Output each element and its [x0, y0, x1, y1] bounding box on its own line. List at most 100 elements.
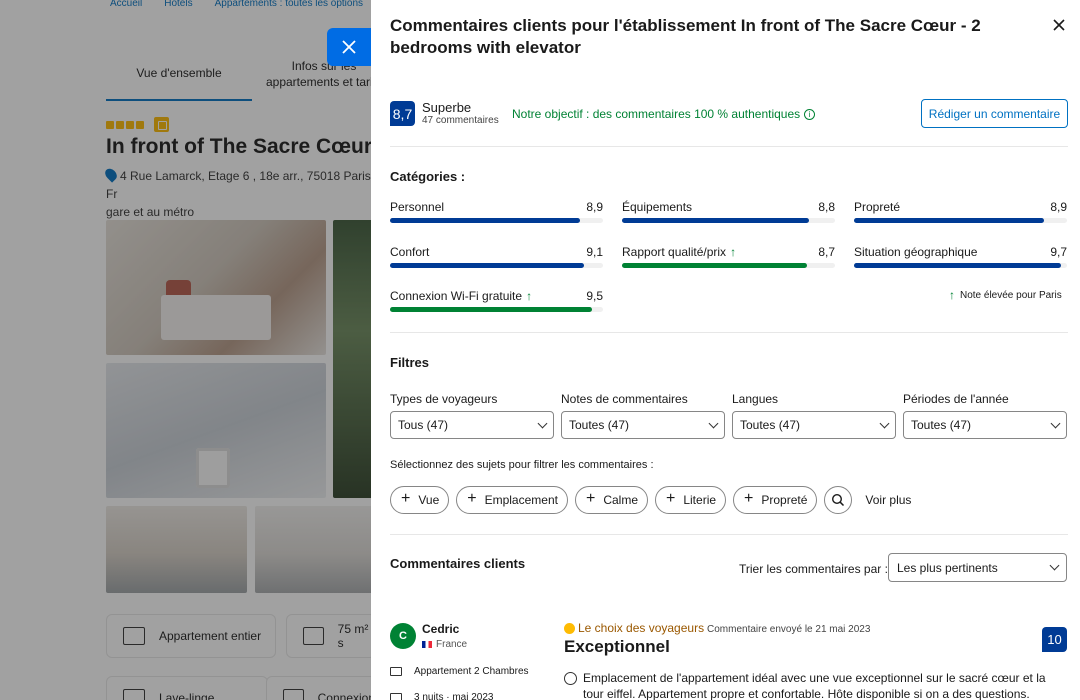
score-word: Superbe — [422, 100, 472, 115]
high-score-note: ↑ Note élevée pour Paris — [949, 289, 1062, 301]
write-review-button[interactable]: Rédiger un commentaire — [921, 99, 1068, 128]
sort-label: Trier les commentaires par : — [739, 562, 888, 576]
calendar-icon — [390, 693, 402, 700]
topic-chip-view[interactable]: + Vue — [390, 486, 450, 514]
review-count: 47 commentaires — [422, 115, 499, 126]
chip-label: Vue — [418, 493, 440, 507]
category-name: Connexion Wi-Fi gratuite ↑ — [390, 289, 533, 303]
topic-search-button[interactable] — [824, 486, 853, 514]
country-text: France — [436, 639, 468, 650]
high-note-text: Note élevée pour Paris — [960, 289, 1062, 301]
arrow-up-icon: ↑ — [730, 245, 737, 259]
topics-hint: Sélectionnez des sujets pour filtrer les… — [390, 459, 654, 471]
category-location: Situation géographique 9,7 — [854, 245, 1067, 275]
category-bar — [854, 263, 1067, 268]
category-name: Personnel — [390, 200, 445, 214]
category-bar-fill — [390, 263, 584, 268]
languages-select[interactable]: Toutes (47) — [732, 411, 896, 439]
select-value: Toutes (47) — [740, 418, 801, 432]
filter-languages: Langues Toutes (47) — [732, 392, 896, 439]
topic-chip-cleanliness[interactable]: + Propreté — [733, 486, 818, 514]
sort-select[interactable]: Les plus pertinents — [888, 553, 1067, 582]
filter-label: Langues — [732, 392, 779, 406]
review-stay: 3 nuits · mai 2023 — [390, 692, 494, 700]
select-value: Tous (47) — [398, 418, 449, 432]
review-date: Commentaire envoyé le 21 mai 2023 — [707, 624, 871, 635]
reviewer-name: Cedric — [422, 622, 460, 636]
authentic-text: Notre objectif : des commentaires 100 % … — [512, 107, 801, 121]
divider — [390, 146, 1068, 147]
category-bar — [390, 218, 603, 223]
category-bar — [622, 218, 835, 223]
category-wifi: Connexion Wi-Fi gratuite ↑ 9,5 — [390, 289, 603, 319]
close-modal-button[interactable] — [327, 28, 371, 66]
filter-label: Périodes de l'année — [903, 392, 1009, 406]
category-bar-fill — [622, 218, 810, 223]
plus-icon: + — [666, 490, 676, 507]
topic-chip-bedding[interactable]: + Literie — [655, 486, 727, 514]
review-room: Appartement 2 Chambres — [390, 666, 529, 677]
stay-text: 3 nuits · mai 2023 — [414, 692, 494, 700]
chip-label: Propreté — [761, 493, 808, 507]
filter-traveler-type: Types de voyageurs Tous (47) — [390, 392, 554, 439]
plus-icon: + — [467, 490, 477, 507]
time-of-year-select[interactable]: Toutes (47) — [903, 411, 1067, 439]
category-name: Confort — [390, 245, 430, 259]
category-name: Situation géographique — [854, 245, 978, 259]
divider — [390, 332, 1068, 333]
category-value: 8,7 — [818, 245, 835, 259]
categories-heading: Catégories : — [390, 169, 466, 184]
category-value: 8,9 — [586, 200, 603, 214]
category-bar-fill — [390, 218, 580, 223]
award-icon — [564, 622, 575, 634]
filters-heading: Filtres — [390, 355, 430, 370]
search-icon — [832, 493, 845, 507]
category-bar — [390, 263, 603, 268]
avatar: C — [390, 623, 416, 649]
see-more-topics-link[interactable]: Voir plus — [865, 493, 911, 507]
filter-label: Notes de commentaires — [561, 392, 688, 406]
chip-label: Literie — [683, 493, 717, 507]
chevron-down-icon — [537, 418, 548, 428]
plus-icon: + — [585, 490, 596, 507]
category-bar — [622, 263, 835, 268]
smile-icon — [564, 672, 577, 685]
authentic-reviews-note: Notre objectif : des commentaires 100 % … — [512, 107, 816, 121]
topic-chip-location[interactable]: + Emplacement — [456, 486, 568, 514]
category-value: 8,9 — [1050, 200, 1067, 214]
category-value: 9,1 — [586, 245, 603, 259]
review-text: Emplacement de l'appartement idéal avec … — [564, 670, 1064, 700]
category-bar — [390, 307, 603, 312]
close-icon[interactable] — [1050, 16, 1068, 34]
select-value: Les plus pertinents — [897, 560, 998, 575]
filter-review-score: Notes de commentaires Toutes (47) — [561, 392, 725, 439]
chevron-down-icon — [1049, 560, 1060, 571]
category-staff: Personnel 8,9 — [390, 200, 603, 230]
category-value: 9,5 — [586, 289, 603, 303]
reviews-panel: Commentaires clients pour l'établissemen… — [371, 0, 1080, 700]
travellers-choice-badge: Le choix des voyageurs — [564, 621, 704, 635]
category-name: Rapport qualité/prix ↑ — [622, 245, 737, 259]
choice-text: Le choix des voyageurs — [578, 621, 705, 635]
info-icon[interactable]: i — [804, 108, 816, 120]
chevron-down-icon — [1050, 418, 1061, 428]
select-value: Toutes (47) — [911, 418, 972, 432]
review-body: Emplacement de l'appartement idéal avec … — [583, 671, 1046, 700]
divider — [390, 534, 1068, 535]
review-score-select[interactable]: Toutes (47) — [561, 411, 725, 439]
close-icon — [342, 40, 356, 54]
traveler-type-select[interactable]: Tous (47) — [390, 411, 554, 439]
topic-chip-quiet[interactable]: + Calme — [574, 486, 648, 514]
chip-label: Calme — [603, 493, 638, 507]
modal-backdrop[interactable] — [0, 0, 371, 700]
chevron-down-icon — [708, 418, 719, 428]
category-bar — [854, 218, 1067, 223]
arrow-up-icon: ↑ — [526, 289, 533, 303]
topic-chips: + Vue + Emplacement + Calme + Literie + Propr… — [390, 486, 911, 514]
room-text: Appartement 2 Chambres — [414, 666, 529, 677]
category-name: Équipements — [622, 200, 693, 214]
category-bar-fill — [390, 307, 593, 312]
category-value-for-money: Rapport qualité/prix ↑ 8,7 — [622, 245, 835, 275]
plus-icon: + — [401, 490, 411, 507]
plus-icon: + — [744, 490, 754, 507]
